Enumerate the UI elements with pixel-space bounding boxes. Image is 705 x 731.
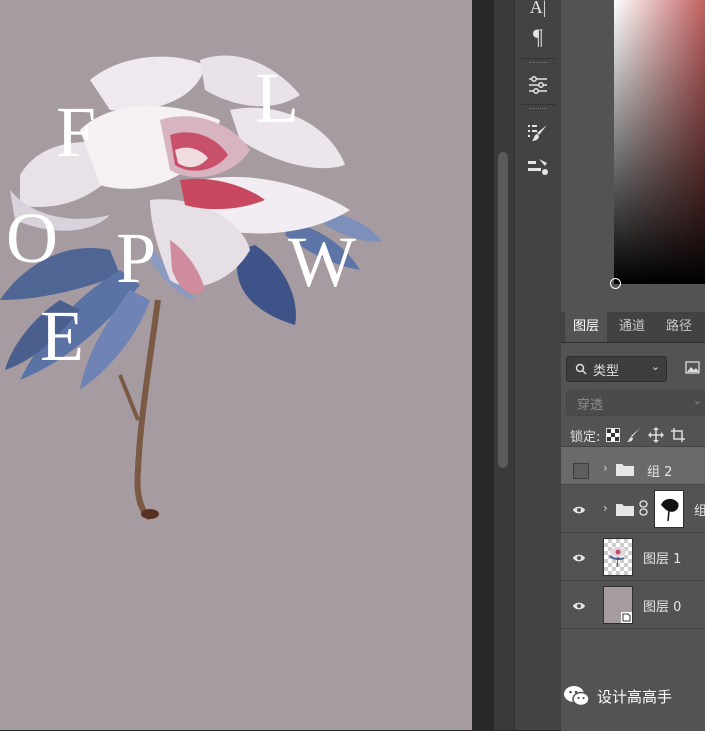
- blend-mode-select[interactable]: 穿透 ⌄: [566, 390, 705, 416]
- tool-presets-icon[interactable]: [523, 154, 553, 180]
- layer-name: 组: [694, 504, 705, 519]
- scrollbar-thumb[interactable]: [498, 152, 508, 468]
- layers-panel-tabs: 图层 通道 路径: [561, 312, 705, 343]
- watermark: 设计高高手: [563, 684, 672, 708]
- lock-transparency-icon[interactable]: [606, 428, 621, 442]
- layer-row-layer-0[interactable]: 图层 0: [561, 580, 705, 628]
- layer-name: 图层 0: [643, 600, 682, 615]
- filter-label: 类型: [593, 364, 620, 379]
- blend-mode-value: 穿透: [577, 398, 604, 413]
- image-filter-icon[interactable]: [685, 360, 701, 374]
- chevron-down-icon: ⌄: [650, 360, 660, 373]
- strip-divider: [521, 104, 555, 105]
- lock-label: 锁定:: [570, 429, 601, 445]
- layer-name: 组 2: [647, 465, 673, 480]
- chevron-right-icon[interactable]: ›: [603, 461, 608, 475]
- canvas-letter-o: O: [6, 198, 58, 278]
- folder-icon: [616, 504, 634, 516]
- layer-row-group[interactable]: › 组: [561, 484, 705, 532]
- lock-position-icon[interactable]: [648, 427, 665, 443]
- canvas-letter-p: P: [116, 218, 157, 298]
- tab-paths[interactable]: 路径: [666, 312, 692, 342]
- watermark-text: 设计高高手: [597, 687, 673, 706]
- wechat-icon: [564, 686, 590, 707]
- layer-kind-filter[interactable]: 类型 ⌄: [566, 356, 667, 382]
- layer-thumbnail: [603, 538, 633, 576]
- tab-channels[interactable]: 通道: [619, 312, 645, 342]
- canvas-gutter: [472, 0, 494, 730]
- panel-icon-strip: A| ¶: [514, 0, 561, 730]
- eye-icon[interactable]: [572, 599, 586, 613]
- lock-artboard-icon[interactable]: [670, 427, 686, 443]
- smart-object-badge-icon: [621, 612, 632, 623]
- document-canvas[interactable]: F L O P W E: [0, 0, 472, 730]
- chain-link-icon[interactable]: [639, 500, 648, 516]
- layer-thumbnail: [603, 586, 633, 624]
- canvas-letter-w: W: [288, 222, 356, 302]
- strip-grip: [529, 62, 547, 65]
- lock-options: 锁定:: [570, 424, 686, 446]
- eye-icon[interactable]: [572, 503, 586, 517]
- adjustments-icon[interactable]: [523, 72, 553, 98]
- paragraph-icon[interactable]: ¶: [523, 24, 553, 50]
- vertical-scrollbar[interactable]: [494, 0, 514, 730]
- chevron-right-icon[interactable]: ›: [603, 501, 608, 515]
- canvas-letter-f: F: [56, 92, 97, 172]
- layer-row-layer-1[interactable]: 图层 1: [561, 532, 705, 580]
- character-icon[interactable]: A|: [523, 0, 553, 20]
- search-icon: [575, 363, 587, 375]
- canvas-letter-e: E: [40, 296, 84, 376]
- layers-empty-area: [561, 628, 705, 731]
- eye-icon[interactable]: [572, 551, 586, 565]
- strip-grip: [529, 108, 547, 111]
- visibility-toggle-empty[interactable]: [573, 463, 589, 479]
- tab-layers[interactable]: 图层: [565, 312, 608, 342]
- lock-pixels-icon[interactable]: [626, 427, 642, 443]
- layer-mask-thumbnail[interactable]: [654, 490, 684, 528]
- brush-settings-icon[interactable]: [523, 120, 553, 146]
- color-picker-field[interactable]: [614, 0, 705, 284]
- canvas-letter-l: L: [255, 58, 299, 138]
- folder-icon: [616, 464, 634, 476]
- layer-name: 图层 1: [643, 552, 682, 567]
- chevron-down-icon: ⌄: [692, 394, 702, 407]
- color-picker-cursor[interactable]: [610, 278, 621, 289]
- strip-divider: [521, 58, 555, 59]
